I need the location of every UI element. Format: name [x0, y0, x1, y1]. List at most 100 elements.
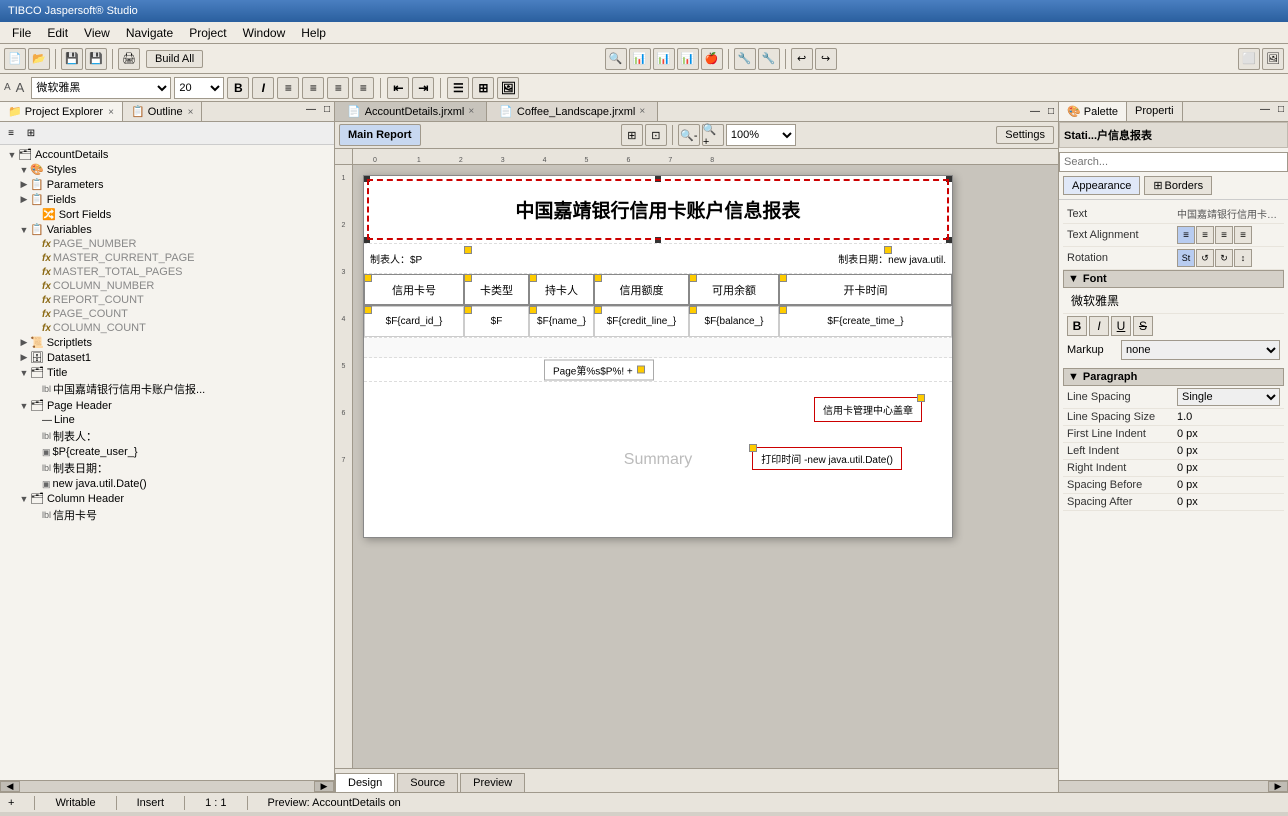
- min-editor-btn[interactable]: —: [1026, 104, 1044, 119]
- bold-prop-btn[interactable]: B: [1067, 316, 1087, 336]
- rot-right-btn[interactable]: ↻: [1215, 249, 1233, 267]
- toggle-variables[interactable]: ▼: [18, 225, 30, 235]
- print-btn[interactable]: 🖨: [118, 48, 140, 70]
- toggle-title[interactable]: ▼: [18, 368, 30, 378]
- settings-button[interactable]: Settings: [996, 126, 1054, 144]
- tree-page-count[interactable]: fx PAGE_COUNT: [2, 307, 332, 321]
- save-all-btn[interactable]: 💾: [85, 48, 107, 70]
- tree-page-header[interactable]: ▼ 🗂 Page Header: [2, 398, 332, 413]
- rot-none-btn[interactable]: St: [1177, 249, 1195, 267]
- tree-page-number[interactable]: fx PAGE_NUMBER: [2, 237, 332, 251]
- font-size-inc[interactable]: A: [16, 80, 25, 95]
- collapse-all-btn[interactable]: ≡: [2, 124, 20, 142]
- toolbar-icon6[interactable]: 🔧: [734, 48, 756, 70]
- line-spacing-select[interactable]: Single Double: [1177, 388, 1280, 406]
- tree-card-no-label[interactable]: lbl 信用卡号: [2, 506, 332, 524]
- expand-all-btn[interactable]: ⊞: [22, 124, 40, 142]
- image-btn[interactable]: 🖼: [497, 77, 519, 99]
- menu-edit[interactable]: Edit: [39, 24, 76, 42]
- tree-master-total[interactable]: fx MASTER_TOTAL_PAGES: [2, 265, 332, 279]
- tree-variables[interactable]: ▼ 📋 Variables: [2, 222, 332, 237]
- snap-btn[interactable]: ⊞: [621, 124, 643, 146]
- main-report-tab[interactable]: Main Report: [339, 124, 421, 146]
- rot-flip-btn[interactable]: ↕: [1234, 249, 1252, 267]
- align-right-btn[interactable]: ≡: [327, 77, 349, 99]
- toolbar-icon2[interactable]: 📊: [629, 48, 651, 70]
- align-left-btn[interactable]: ≡: [277, 77, 299, 99]
- indent-increase-btn[interactable]: ⇥: [412, 77, 434, 99]
- toolbar-icon5[interactable]: 🍎: [701, 48, 723, 70]
- underline-prop-btn[interactable]: U: [1111, 316, 1131, 336]
- tab-design[interactable]: Design: [335, 773, 395, 792]
- tab-project-explorer[interactable]: 📁 Project Explorer ×: [0, 102, 123, 121]
- tree-dataset1[interactable]: ▶ 🗄 Dataset1: [2, 350, 332, 365]
- left-panel-scrollbar[interactable]: ◀ ▶: [0, 780, 334, 792]
- align-center-btn[interactable]: ≡: [302, 77, 324, 99]
- tree-account-details[interactable]: ▼ 🗂 AccountDetails: [2, 147, 332, 162]
- close-tab-1[interactable]: ×: [468, 106, 474, 117]
- maximize-btn[interactable]: ⬜: [1238, 48, 1260, 70]
- paragraph-section-title[interactable]: ▼ Paragraph: [1063, 368, 1284, 386]
- strike-prop-btn[interactable]: S: [1133, 316, 1153, 336]
- toolbar-icon1[interactable]: 🔍: [605, 48, 627, 70]
- scroll-right-btn[interactable]: ▶: [314, 781, 334, 792]
- tab-outline[interactable]: 📋 Outline ×: [123, 102, 203, 121]
- menu-project[interactable]: Project: [181, 24, 234, 42]
- align-right-prop-btn[interactable]: ≡: [1215, 226, 1233, 244]
- italic-prop-btn[interactable]: I: [1089, 316, 1109, 336]
- italic-button[interactable]: I: [252, 77, 274, 99]
- tab-properties[interactable]: Properti: [1127, 102, 1183, 121]
- new-btn[interactable]: 📄: [4, 48, 26, 70]
- markup-select[interactable]: none html: [1121, 340, 1280, 360]
- tree-title[interactable]: ▼ 🗂 Title: [2, 365, 332, 380]
- outline-close[interactable]: ×: [188, 107, 194, 118]
- toolbar-icon9[interactable]: ↪: [815, 48, 837, 70]
- right-search-input[interactable]: [1059, 152, 1288, 172]
- menu-file[interactable]: File: [4, 24, 39, 42]
- tree-create-date-label[interactable]: lbl 制表日期：: [2, 459, 332, 477]
- tab-coffee-landscape[interactable]: 📄 Coffee_Landscape.jrxml ×: [487, 102, 658, 121]
- toolbar-icon4[interactable]: 📊: [677, 48, 699, 70]
- scroll-track[interactable]: [20, 781, 314, 792]
- tree-creator-label[interactable]: lbl 制表人：: [2, 427, 332, 445]
- minimize-left-btn[interactable]: —: [302, 102, 320, 121]
- indent-decrease-btn[interactable]: ⇤: [387, 77, 409, 99]
- toggle-page-header[interactable]: ▼: [18, 401, 30, 411]
- open-btn[interactable]: 📂: [28, 48, 50, 70]
- align-center-prop-btn[interactable]: ≡: [1196, 226, 1214, 244]
- align-justify-prop-btn[interactable]: ≡: [1234, 226, 1252, 244]
- toolbar-icon3[interactable]: 📊: [653, 48, 675, 70]
- font-section-title[interactable]: ▼ Font: [1063, 270, 1284, 288]
- toolbar-icon8[interactable]: ↩: [791, 48, 813, 70]
- tree-column-number[interactable]: fx COLUMN_NUMBER: [2, 279, 332, 293]
- toggle-dataset1[interactable]: ▶: [18, 352, 30, 363]
- toggle-parameters[interactable]: ▶: [18, 179, 30, 190]
- tree-fields[interactable]: ▶ 📋 Fields: [2, 192, 332, 207]
- tree-master-current[interactable]: fx MASTER_CURRENT_PAGE: [2, 251, 332, 265]
- toggle-styles[interactable]: ▼: [18, 165, 30, 175]
- toggle-column-header[interactable]: ▼: [18, 494, 30, 504]
- right-scroll-right-btn[interactable]: ▶: [1268, 781, 1288, 792]
- align-left-prop-btn[interactable]: ≡: [1177, 226, 1195, 244]
- zoom-out-btn[interactable]: 🔍-: [678, 124, 700, 146]
- list-btn[interactable]: ☰: [447, 77, 469, 99]
- menu-help[interactable]: Help: [293, 24, 334, 42]
- maximize-left-btn[interactable]: □: [320, 102, 334, 121]
- font-size-dec[interactable]: A: [4, 82, 11, 93]
- tree-report-count[interactable]: fx REPORT_COUNT: [2, 293, 332, 307]
- right-panel-scrollbar[interactable]: ▶: [1059, 780, 1288, 792]
- save-btn[interactable]: 💾: [61, 48, 83, 70]
- project-explorer-close[interactable]: ×: [108, 107, 114, 118]
- tree-parameters[interactable]: ▶ 📋 Parameters: [2, 177, 332, 192]
- tree-styles[interactable]: ▼ 🎨 Styles: [2, 162, 332, 177]
- rot-left-btn[interactable]: ↺: [1196, 249, 1214, 267]
- close-tab-2[interactable]: ×: [639, 106, 645, 117]
- view-btn[interactable]: 🖼: [1262, 48, 1284, 70]
- table-btn[interactable]: ⊞: [472, 77, 494, 99]
- bold-button[interactable]: B: [227, 77, 249, 99]
- min-right-btn[interactable]: —: [1256, 102, 1274, 121]
- appearance-tab[interactable]: Appearance: [1063, 176, 1140, 195]
- tree-line[interactable]: — Line: [2, 413, 332, 427]
- max-editor-btn[interactable]: □: [1044, 104, 1058, 119]
- tree-scriptlets[interactable]: ▶ 📜 Scriptlets: [2, 335, 332, 350]
